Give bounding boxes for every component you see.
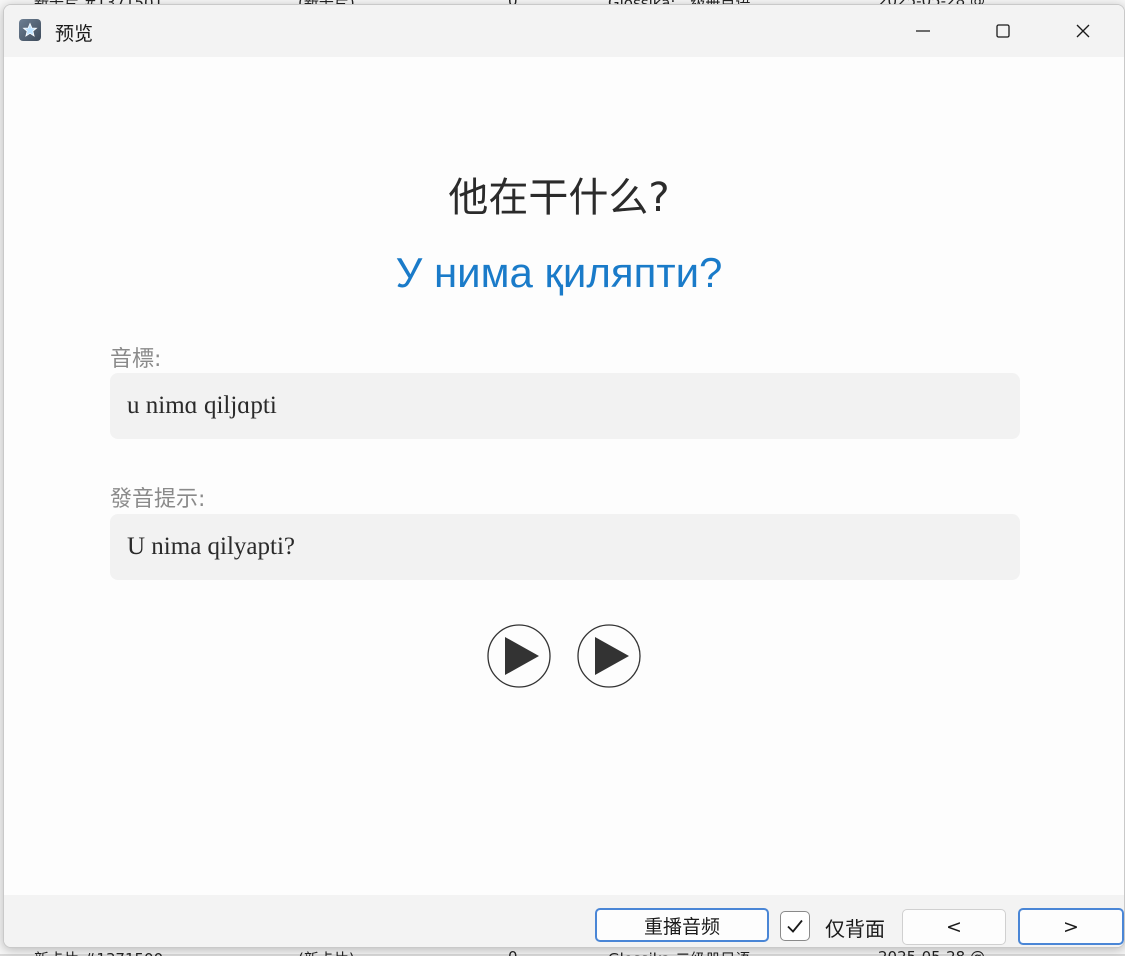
previous-button[interactable]: < (902, 909, 1006, 945)
bg-cell: (新卡片) (298, 948, 355, 956)
back-only-checkbox[interactable] (780, 911, 810, 941)
maximize-button[interactable] (964, 5, 1042, 57)
star-icon (22, 22, 38, 37)
maximize-icon (996, 24, 1010, 38)
play-icon (487, 624, 551, 688)
minimize-button[interactable] (884, 5, 962, 57)
preview-window: 预览 他在干什么? У нима қиляпти? 音標: u nimɑ qil… (3, 4, 1125, 948)
minimize-icon (916, 30, 930, 32)
footer-toolbar: 重播音频 仅背面 < > (4, 895, 1124, 947)
pronunciation-box: U nima qilyapti? (110, 514, 1020, 580)
bg-cell: 新卡片 #1371500 (34, 948, 163, 956)
title-bar[interactable]: 预览 (4, 5, 1124, 57)
bg-cell: 0 (508, 948, 518, 956)
app-icon (19, 19, 41, 41)
card-back-text: У нима қиляпти? (395, 249, 723, 296)
card-preview: 他在干什么? У нима қиляпти? 音標: u nimɑ qiljɑp… (4, 57, 1124, 895)
window-title: 预览 (55, 23, 94, 45)
phonetic-label: 音標: (110, 347, 162, 372)
next-button[interactable]: > (1018, 908, 1124, 945)
checkmark-icon (787, 919, 803, 933)
phonetic-value: u nimɑ qiljɑpti (127, 392, 277, 419)
pronunciation-label: 發音提示: (110, 487, 206, 512)
pronunciation-value: U nima qilyapti? (127, 533, 296, 560)
back-only-label: 仅背面 (825, 917, 885, 941)
bg-cell: Glossika:二级册目语 (608, 948, 750, 956)
close-button[interactable] (1044, 5, 1122, 57)
card-front-text: 他在干什么? (448, 175, 670, 221)
close-icon (1076, 24, 1090, 38)
replay-audio-button[interactable]: 重播音频 (595, 908, 769, 942)
play-icon (577, 624, 641, 688)
play-audio-button-1[interactable] (487, 624, 551, 688)
play-audio-button-2[interactable] (577, 624, 641, 688)
phonetic-box: u nimɑ qiljɑpti (110, 373, 1020, 439)
bg-cell: 2025-05-28 @... (878, 948, 999, 956)
